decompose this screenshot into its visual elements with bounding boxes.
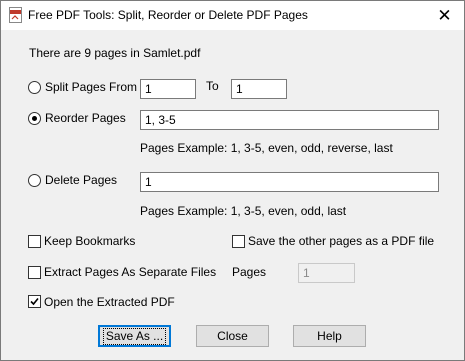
title-bar[interactable]: Free PDF Tools: Split, Reorder or Delete…: [1, 1, 464, 30]
help-button[interactable]: Help: [293, 325, 366, 347]
delete-pages-radio[interactable]: [28, 174, 41, 187]
dialog-window: Free PDF Tools: Split, Reorder or Delete…: [0, 0, 465, 361]
pages-count-input: 1: [298, 263, 355, 283]
extract-separate-checkbox[interactable]: [28, 266, 41, 279]
save-as-button[interactable]: Save As ...: [98, 325, 171, 347]
delete-pages-label[interactable]: Delete Pages: [45, 173, 117, 187]
split-to-label: To: [206, 79, 219, 93]
keep-bookmarks-checkbox[interactable]: [28, 235, 41, 248]
save-as-button-label: Save As ...: [102, 328, 167, 345]
reorder-pages-label[interactable]: Reorder Pages: [45, 111, 126, 125]
keep-bookmarks-label[interactable]: Keep Bookmarks: [44, 234, 135, 248]
page-count-info: There are 9 pages in Samlet.pdf: [29, 46, 201, 60]
extract-separate-label[interactable]: Extract Pages As Separate Files: [44, 265, 216, 279]
pdf-app-icon: [9, 7, 22, 23]
reorder-example-text: Pages Example: 1, 3-5, even, odd, revers…: [140, 141, 393, 155]
dialog-body: There are 9 pages in Samlet.pdf Split Pa…: [1, 30, 464, 360]
window-title: Free PDF Tools: Split, Reorder or Delete…: [28, 8, 308, 22]
save-other-pages-label[interactable]: Save the other pages as a PDF file: [248, 234, 434, 248]
split-to-input[interactable]: 1: [231, 79, 287, 99]
open-extracted-checkbox[interactable]: [28, 295, 41, 308]
reorder-pages-input[interactable]: 1, 3-5: [140, 110, 439, 130]
split-pages-radio[interactable]: [28, 81, 41, 94]
checkmark-icon: [30, 297, 39, 306]
delete-example-text: Pages Example: 1, 3-5, even, odd, last: [140, 204, 347, 218]
split-from-input[interactable]: 1: [140, 79, 196, 99]
reorder-pages-radio[interactable]: [28, 112, 41, 125]
save-other-pages-checkbox[interactable]: [232, 235, 245, 248]
split-pages-label[interactable]: Split Pages From: [45, 80, 137, 94]
close-window-icon[interactable]: ✕: [425, 1, 464, 30]
pages-label: Pages: [232, 265, 267, 279]
open-extracted-label[interactable]: Open the Extracted PDF: [44, 295, 175, 309]
close-button[interactable]: Close: [196, 325, 269, 347]
delete-pages-input[interactable]: 1: [140, 172, 439, 192]
